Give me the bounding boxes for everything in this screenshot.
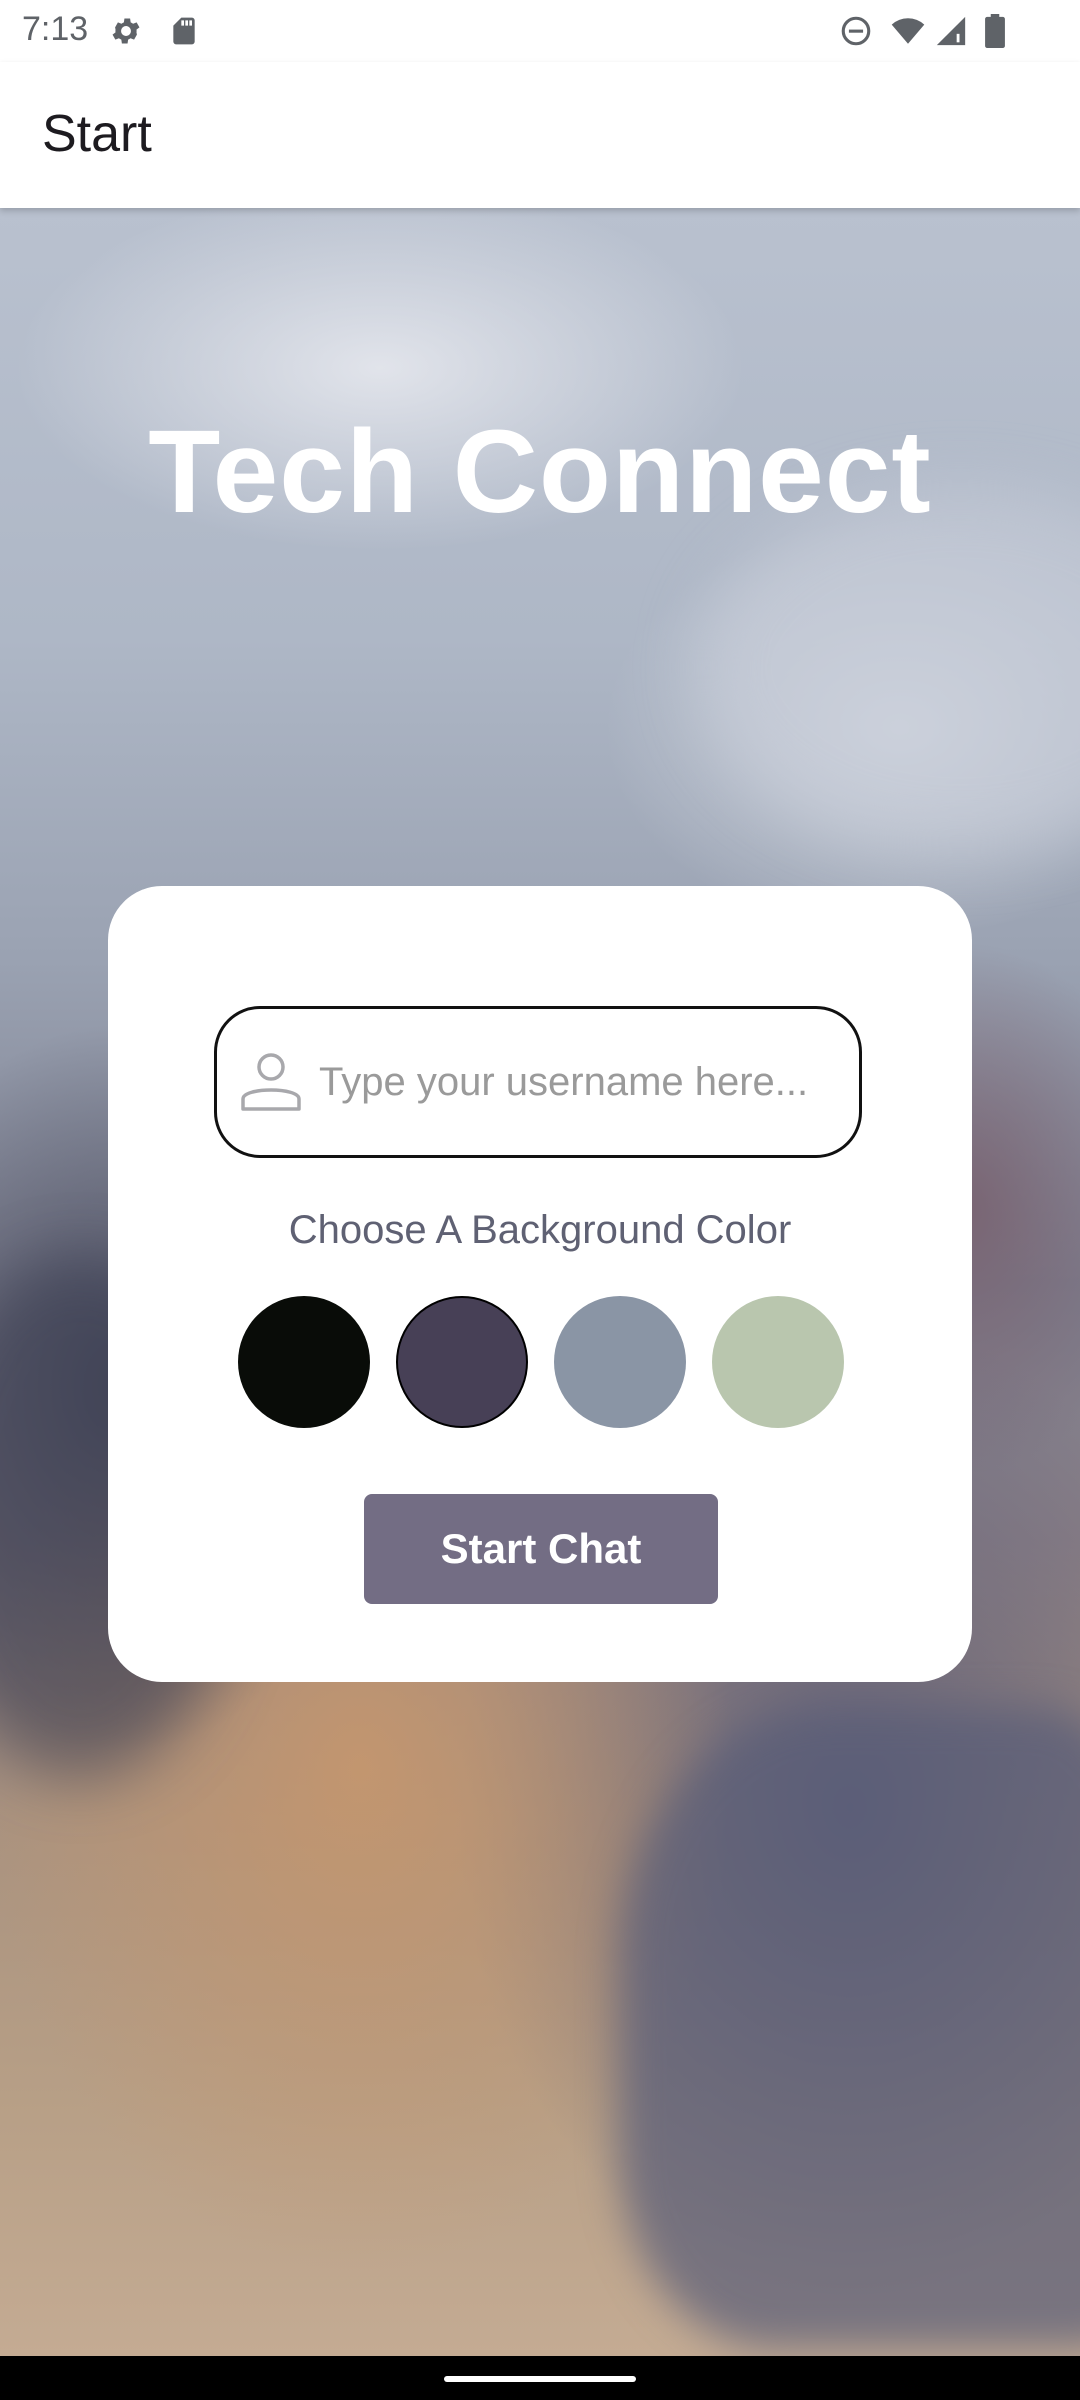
battery-icon [985, 14, 1005, 48]
settings-icon [112, 18, 140, 44]
status-bar: 7:13 [0, 0, 1080, 62]
color-swatch-purple[interactable] [396, 1296, 528, 1428]
person-icon [241, 1053, 301, 1111]
app-bar: Start [0, 62, 1080, 208]
background-blur-shape [620, 1708, 1080, 2348]
start-chat-button[interactable]: Start Chat [364, 1494, 718, 1604]
cellular-signal-icon [936, 16, 966, 46]
app-bar-title: Start [42, 105, 152, 163]
username-input[interactable] [319, 1037, 839, 1127]
do-not-disturb-icon [841, 16, 871, 46]
navigation-bar [0, 2356, 1080, 2400]
color-label: Choose A Background Color [288, 1208, 792, 1252]
background-blur-shape [700, 488, 1080, 848]
username-field[interactable] [214, 1006, 862, 1158]
color-swatch-green[interactable] [712, 1296, 844, 1428]
status-time: 7:13 [22, 10, 89, 48]
color-swatch-gray-blue[interactable] [554, 1296, 686, 1428]
home-gesture-handle[interactable] [444, 2376, 636, 2382]
wifi-icon [891, 18, 925, 44]
start-screen: 7:13 Start Tech Connect Type your userna… [0, 0, 1080, 2400]
app-title: Tech Connect [148, 406, 932, 538]
sd-card-icon [173, 17, 195, 45]
color-swatch-black[interactable] [238, 1296, 370, 1428]
login-card: Choose A Background Color Start Chat [108, 886, 972, 1682]
